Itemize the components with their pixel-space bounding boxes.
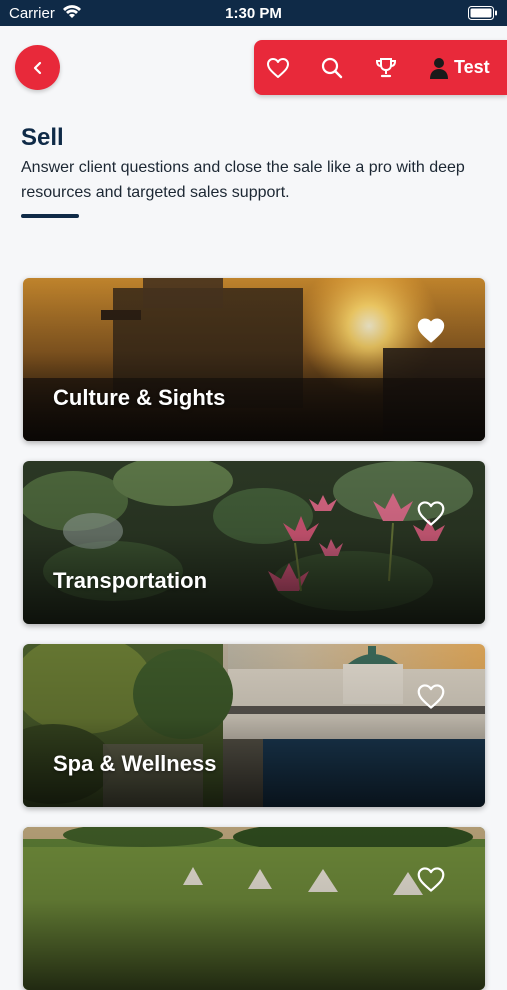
page-subtitle: Answer client questions and close the sa… <box>21 159 465 201</box>
category-card-spa-wellness[interactable]: Spa & Wellness <box>23 644 485 807</box>
heart-outline-icon <box>267 57 289 78</box>
battery-icon <box>468 6 497 20</box>
card-title: Culture & Sights <box>53 385 226 410</box>
heart-filled-icon <box>417 318 445 342</box>
profile-name: Test <box>454 57 490 77</box>
search-icon <box>321 57 343 78</box>
category-card-4[interactable] <box>23 827 485 990</box>
profile-button[interactable]: Test <box>430 40 490 95</box>
favorite-toggle[interactable] <box>416 316 446 344</box>
favorite-toggle[interactable] <box>416 499 446 527</box>
card-overlay <box>23 827 485 990</box>
user-icon <box>430 57 448 79</box>
title-underline <box>21 214 79 218</box>
chevron-left-icon <box>33 61 41 74</box>
heart-outline-icon <box>417 866 445 892</box>
favorite-toggle[interactable] <box>416 682 446 710</box>
card-overlay <box>23 644 485 807</box>
category-card-transportation[interactable]: Transportation <box>23 461 485 624</box>
favorite-toggle[interactable] <box>416 865 446 893</box>
card-title: Spa & Wellness <box>53 751 217 776</box>
card-overlay <box>23 461 485 624</box>
heart-outline-icon <box>417 683 445 709</box>
favorites-button[interactable] <box>266 40 290 95</box>
heart-outline-icon <box>417 500 445 526</box>
card-title: Transportation <box>53 568 208 593</box>
trophy-icon <box>375 57 397 77</box>
header-toolbar: Test <box>254 40 507 95</box>
card-overlay <box>23 278 485 441</box>
back-button[interactable] <box>15 45 60 90</box>
achievements-button[interactable] <box>374 40 398 95</box>
clock: 1:30 PM <box>225 5 282 22</box>
search-button[interactable] <box>320 40 344 95</box>
page-title: Sell <box>21 124 64 151</box>
category-card-culture-sights[interactable]: Culture & Sights <box>23 278 485 441</box>
status-bar: Carrier 1:30 PM <box>0 0 507 26</box>
